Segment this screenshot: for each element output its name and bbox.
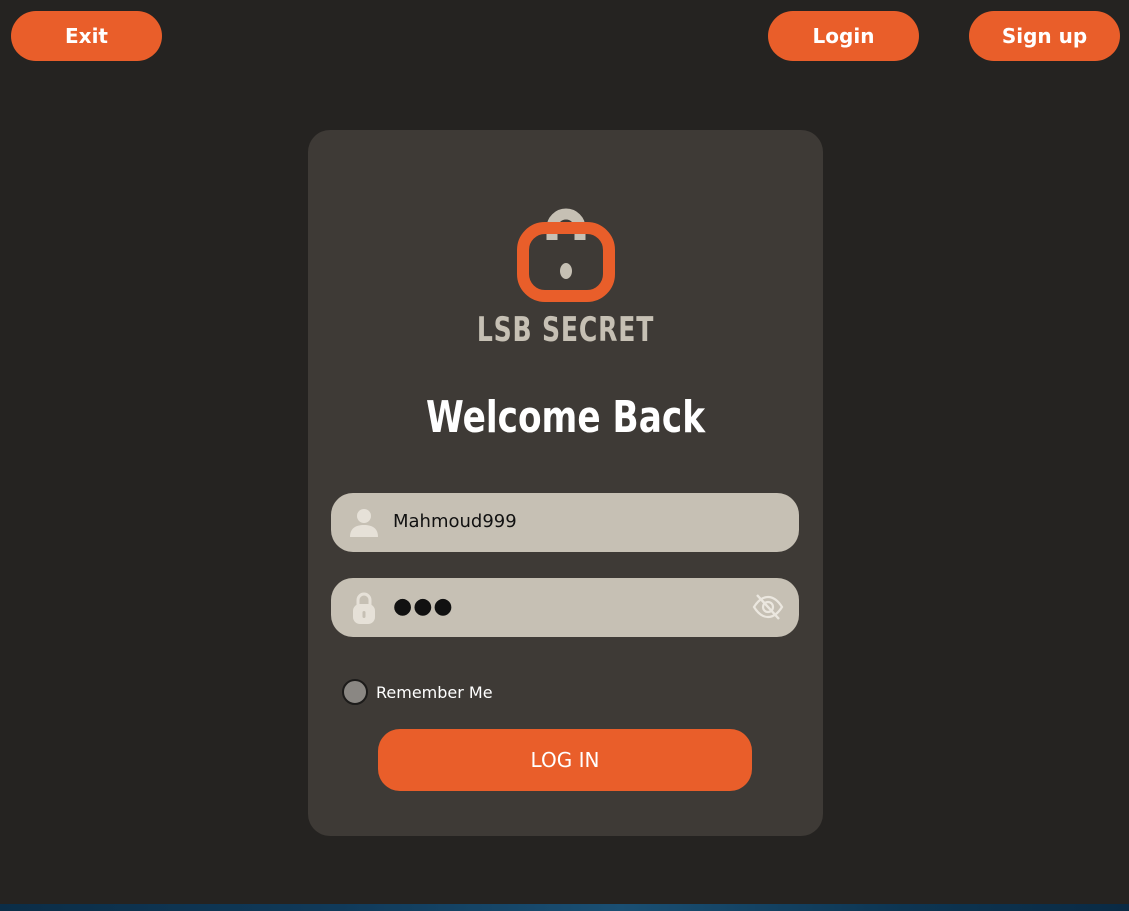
user-icon — [350, 509, 378, 537]
exit-button[interactable]: Exit — [11, 11, 162, 61]
login-submit-button[interactable]: LOG IN — [378, 729, 752, 791]
eye-slash-icon[interactable] — [752, 592, 784, 622]
logo-text: LSB SECRET — [476, 310, 655, 350]
welcome-heading: Welcome Back — [425, 392, 706, 443]
password-field[interactable]: ●●● — [331, 578, 799, 637]
app-window: Exit Login Sign up LSB SECRET Welcome Ba… — [0, 0, 1129, 904]
username-value[interactable]: Mahmoud999 — [393, 511, 517, 532]
login-nav-button[interactable]: Login — [768, 11, 919, 61]
password-value[interactable]: ●●● — [393, 594, 454, 619]
login-card: LSB SECRET Welcome Back Mahmoud999 ●●● R… — [308, 130, 823, 836]
desktop-background-strip — [0, 904, 1129, 911]
remember-me-radio[interactable] — [342, 679, 368, 705]
lock-icon — [353, 592, 375, 624]
username-field[interactable]: Mahmoud999 — [331, 493, 799, 552]
remember-me-toggle[interactable]: Remember Me — [342, 679, 493, 705]
remember-me-label: Remember Me — [376, 682, 493, 702]
signup-nav-button[interactable]: Sign up — [969, 11, 1120, 61]
